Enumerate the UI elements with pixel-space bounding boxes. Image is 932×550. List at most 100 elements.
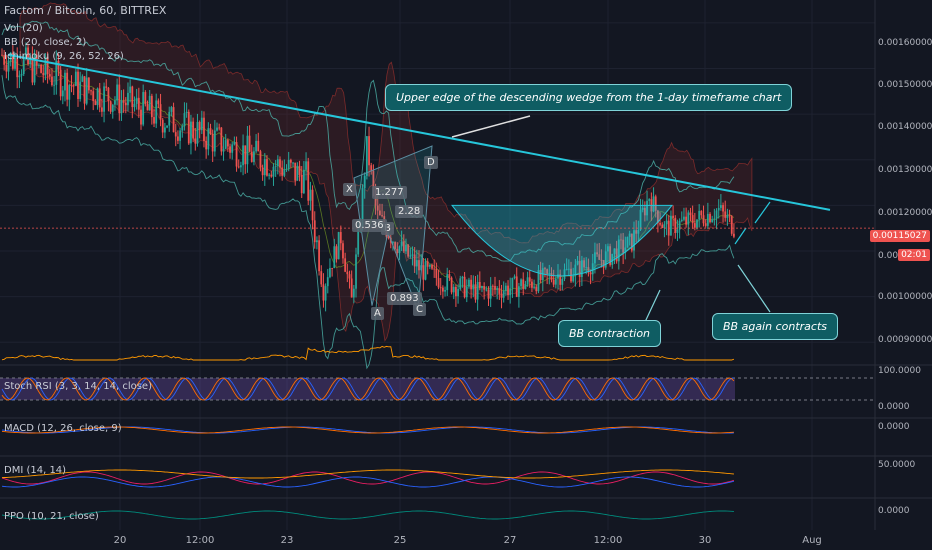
candle-body (266, 159, 268, 176)
candle-body (339, 232, 342, 244)
candle-body (287, 159, 290, 169)
candle-body (226, 140, 229, 147)
candle-body (298, 165, 301, 176)
candle-body (685, 216, 688, 225)
candle-body (674, 217, 677, 233)
candle-body (509, 288, 512, 296)
candle-body (474, 284, 477, 300)
candle-body (98, 88, 101, 108)
candle-body (174, 132, 177, 137)
candle-body (253, 151, 255, 162)
macd-title[interactable]: MACD (12, 26, close, 9) (4, 422, 122, 435)
price-label: 0.00140000 (878, 122, 932, 132)
wedge-callout[interactable]: Upper edge of the descending wedge from … (385, 84, 793, 111)
candle-body (715, 210, 718, 219)
candle-body (179, 130, 181, 141)
candle-body (218, 127, 221, 129)
candle-body (344, 258, 347, 272)
candle-body (159, 104, 162, 120)
candle-body (316, 240, 318, 243)
legend-vol[interactable]: Vol (20) (4, 22, 43, 35)
candle-body (185, 111, 188, 114)
candle-body (324, 286, 327, 301)
x-axis-label: 25 (393, 535, 407, 546)
stoch-rsi-title[interactable]: Stoch RSI (3, 3, 14, 14, close) (4, 380, 152, 393)
candle-body (140, 109, 142, 125)
candle-body (118, 84, 121, 114)
candle-body (148, 95, 151, 111)
candle-body (717, 207, 720, 211)
candle-body (478, 281, 481, 289)
candle-body (426, 261, 429, 267)
candle-body (59, 69, 62, 97)
candle-body (135, 97, 138, 104)
candle-body (331, 268, 334, 269)
candle-body (207, 128, 210, 150)
candle-body (240, 165, 242, 168)
ppo-label: 0.0000 (878, 506, 910, 516)
candle-body (439, 287, 442, 289)
candle-body (711, 219, 714, 223)
candle-body (235, 142, 238, 167)
candle-body (672, 215, 675, 218)
candle-body (177, 136, 179, 141)
candle-body (129, 86, 132, 93)
legend-bb[interactable]: BB (20, close, 2) (4, 36, 86, 49)
candle-body (554, 278, 557, 285)
candle-body (696, 219, 698, 228)
candle-body (498, 288, 501, 294)
candle-body (476, 281, 479, 300)
bb-again-callout[interactable]: BB again contracts (712, 313, 838, 340)
candle-body (589, 272, 592, 275)
candle-body (661, 224, 664, 229)
candle-body (524, 284, 527, 289)
candle-body (700, 210, 703, 216)
candle-body (648, 199, 651, 201)
candle-body (53, 84, 56, 86)
candle-body (70, 85, 73, 86)
candle-body (94, 101, 97, 106)
candle-body (51, 76, 53, 86)
candle-body (220, 127, 223, 152)
price-label: 0.00150000 (878, 80, 932, 90)
dmi-label: 50.0000 (878, 460, 916, 470)
candle-body (448, 274, 451, 278)
dmi-title[interactable]: DMI (14, 14) (4, 464, 66, 477)
legend-ichimoku[interactable]: Ichimoku (9, 26, 52, 26) (4, 50, 124, 63)
candle-body (124, 102, 127, 106)
candle-body (318, 240, 320, 272)
candle-body (72, 85, 75, 87)
candle-body (263, 159, 266, 176)
candle-body (346, 271, 349, 275)
ppo-line (1, 510, 734, 520)
candle-body (520, 279, 522, 287)
candle-body (357, 229, 360, 255)
candle-body (144, 92, 147, 105)
ratio-label: 0.536 (352, 219, 387, 232)
candle-body (483, 286, 486, 290)
candle-body (114, 100, 116, 105)
candle-body (468, 279, 470, 287)
pattern-point-a: A (371, 307, 384, 320)
candle-body (283, 169, 286, 176)
candle-body (311, 189, 314, 221)
candle-body (222, 148, 225, 152)
candle-body (350, 278, 353, 298)
candle-body (446, 274, 449, 291)
price-chart[interactable] (0, 0, 932, 550)
candle-body (552, 279, 555, 285)
current-price-badge: 0.00115027 (869, 230, 930, 242)
candle-body (111, 104, 114, 112)
candle-body (713, 218, 716, 220)
ppo-title[interactable]: PPO (10, 21, close) (4, 510, 99, 523)
candle-body (348, 274, 351, 279)
candle-body (337, 232, 340, 260)
candle-body (355, 254, 357, 289)
candle-body (305, 161, 307, 170)
candle-body (161, 119, 164, 133)
countdown-badge: 02:01 (898, 249, 930, 261)
candle-body (166, 125, 168, 128)
candle-body (728, 215, 731, 217)
candle-body (211, 133, 214, 152)
bb-contraction-callout[interactable]: BB contraction (558, 320, 662, 347)
